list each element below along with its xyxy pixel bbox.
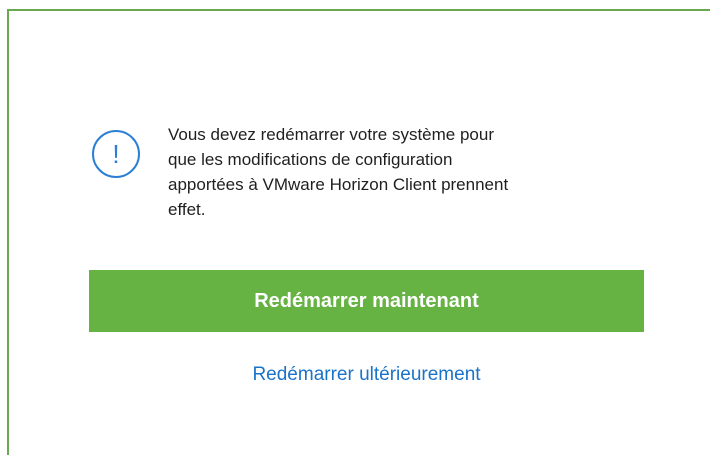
icon-glyph: ! [112, 139, 119, 169]
restart-now-button[interactable]: Redémarrer maintenant [89, 270, 644, 332]
message-row: ! Vous devez redémarrer votre système po… [90, 122, 650, 222]
info-exclamation-icon: ! [92, 130, 140, 178]
restart-message: Vous devez redémarrer votre système pour… [168, 125, 509, 219]
window-frame-top [7, 9, 710, 11]
restart-dialog: ! Vous devez redémarrer votre système po… [0, 0, 710, 455]
restart-later-link[interactable]: Redémarrer ultérieurement [89, 364, 644, 386]
window-frame-left [7, 9, 9, 455]
